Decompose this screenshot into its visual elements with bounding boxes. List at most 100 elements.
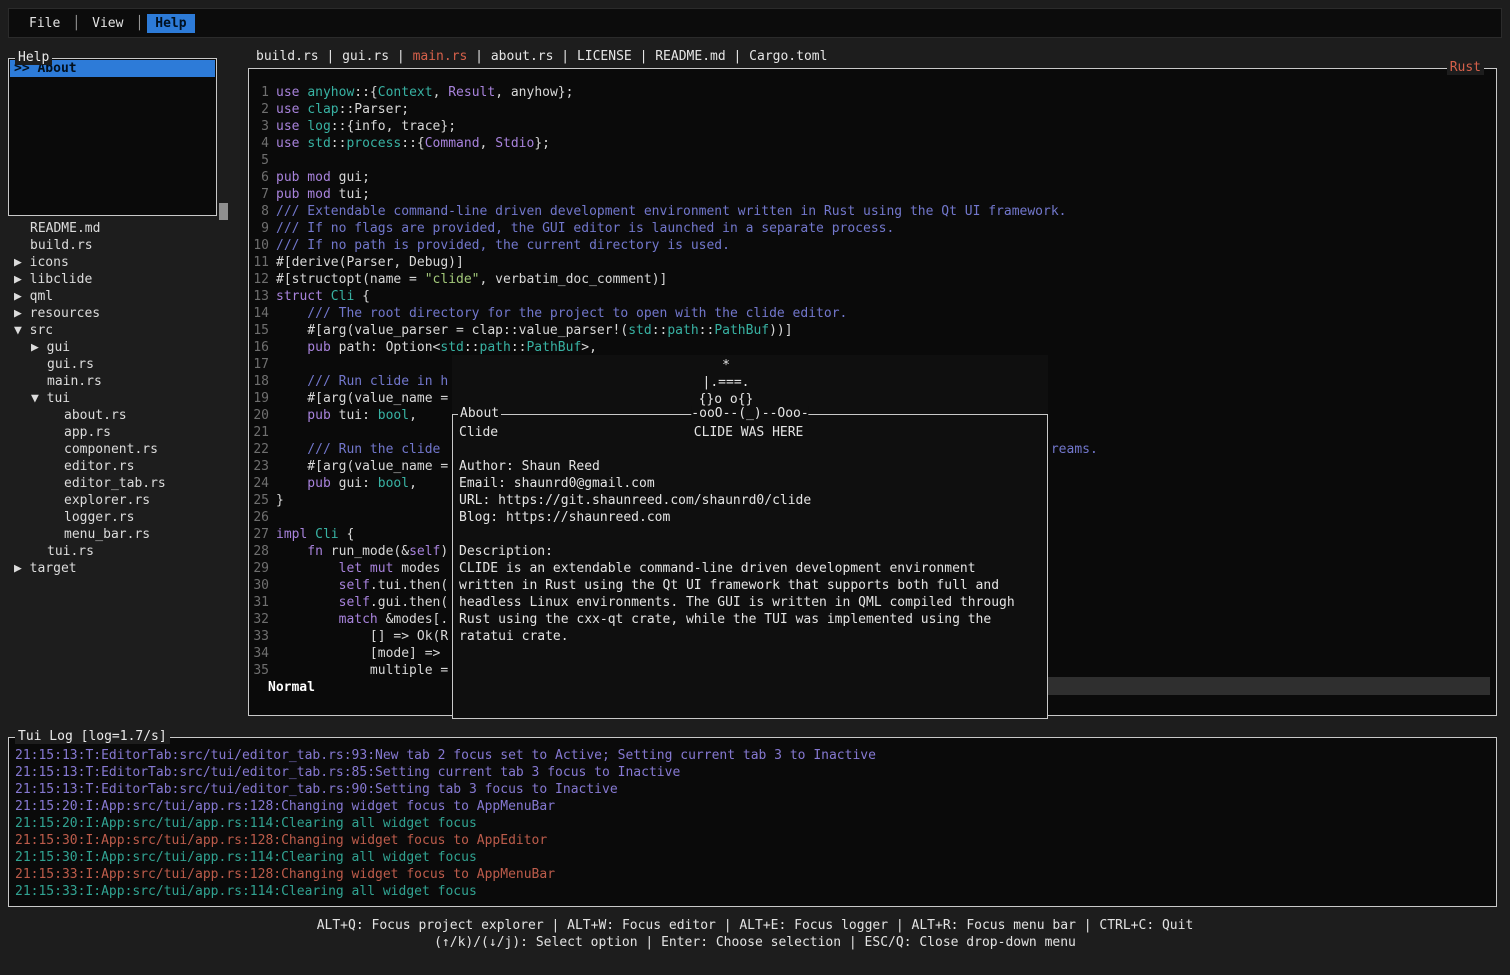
keybar-line-2: (↑/k)/(↓/j): Select option | Enter: Choo…: [0, 934, 1510, 951]
log-entry: 21:15:30:I:App:src/tui/app.rs:128:Changi…: [15, 832, 1490, 849]
explorer-item-label: tui.rs: [47, 544, 94, 559]
explorer-item-label: component.rs: [64, 442, 158, 457]
code-line-13: 13struct Cli {: [251, 288, 1496, 305]
line-number: 1: [251, 84, 269, 101]
explorer-item-resources[interactable]: ▶ resources: [8, 305, 240, 322]
log-entry: 21:15:33:I:App:src/tui/app.rs:128:Changi…: [15, 866, 1490, 883]
line-number: 8: [251, 203, 269, 220]
chevron-right-icon: ▶: [14, 255, 30, 270]
file-explorer: README.mdbuild.rs▶ icons▶ libclide▶ qml▶…: [8, 220, 240, 577]
explorer-item-src[interactable]: ▼ src: [8, 322, 240, 339]
explorer-scrollbar-thumb[interactable]: [219, 203, 228, 220]
line-number: 5: [251, 152, 269, 169]
chevron-right-icon: ▶: [31, 340, 47, 355]
explorer-item-readme.md[interactable]: README.md: [8, 220, 240, 237]
explorer-item-app.rs[interactable]: app.rs: [8, 424, 240, 441]
tab-LICENSE[interactable]: LICENSE: [577, 49, 632, 64]
about-line: Email: shaunrd0@gmail.com: [459, 475, 1041, 492]
ascii-border-art: -ooO--(_)--Ooo-: [691, 406, 808, 421]
explorer-item-gui[interactable]: ▶ gui: [8, 339, 240, 356]
explorer-item-component.rs[interactable]: component.rs: [8, 441, 240, 458]
log-entry: 21:15:13:T:EditorTab:src/tui/editor_tab.…: [15, 764, 1490, 781]
log-lines[interactable]: 21:15:13:T:EditorTab:src/tui/editor_tab.…: [9, 738, 1496, 900]
explorer-item-label: build.rs: [30, 238, 93, 253]
explorer-item-build.rs[interactable]: build.rs: [8, 237, 240, 254]
ascii-art-line: |.===.: [428, 374, 1024, 391]
menu-bar: File│View│Help: [8, 8, 1502, 38]
explorer-item-gui.rs[interactable]: gui.rs: [8, 356, 240, 373]
about-line: Author: Shaun Reed: [459, 458, 1041, 475]
line-number: 6: [251, 169, 269, 186]
code-line-11: 11#[derive(Parser, Debug)]: [251, 254, 1496, 271]
explorer-item-editor_tab.rs[interactable]: editor_tab.rs: [8, 475, 240, 492]
line-number: 32: [251, 611, 269, 628]
explorer-item-main.rs[interactable]: main.rs: [8, 373, 240, 390]
menu-item-help[interactable]: Help: [147, 14, 194, 33]
tab-separator: |: [553, 49, 576, 64]
tab-about.rs[interactable]: about.rs: [491, 49, 554, 64]
about-popup-title: About: [458, 406, 501, 421]
about-line: [459, 441, 1041, 458]
code-line-9: 9/// If no flags are provided, the GUI e…: [251, 220, 1496, 237]
code-line-12: 12#[structopt(name = "clide", verbatim_d…: [251, 271, 1496, 288]
about-line: CLIDE is an extendable command-line driv…: [459, 560, 1041, 577]
log-panel: Tui Log [log=1.7/s] 21:15:13:T:EditorTab…: [8, 737, 1497, 907]
line-number: 21: [251, 424, 269, 441]
editor-mode-indicator: Normal: [268, 679, 315, 696]
chevron-down-icon: ▼: [14, 323, 30, 338]
explorer-item-label: src: [30, 323, 53, 338]
line-number: 18: [251, 373, 269, 390]
line-number: 31: [251, 594, 269, 611]
explorer-item-libclide[interactable]: ▶ libclide: [8, 271, 240, 288]
explorer-item-label: logger.rs: [64, 510, 134, 525]
explorer-item-qml[interactable]: ▶ qml: [8, 288, 240, 305]
tab-separator: |: [467, 49, 490, 64]
menu-items: File│View│Help: [19, 14, 197, 33]
menu-item-file[interactable]: File: [21, 14, 68, 33]
explorer-item-label: gui.rs: [47, 357, 94, 372]
explorer-item-about.rs[interactable]: about.rs: [8, 407, 240, 424]
keybinding-bar: ALT+Q: Focus project explorer | ALT+W: F…: [0, 917, 1510, 951]
explorer-item-target[interactable]: ▶ target: [8, 560, 240, 577]
explorer-item-tui.rs[interactable]: tui.rs: [8, 543, 240, 560]
log-entry: 21:15:13:T:EditorTab:src/tui/editor_tab.…: [15, 781, 1490, 798]
code-line-3: 3use log::{info, trace};: [251, 118, 1496, 135]
menu-item-view[interactable]: View: [84, 14, 131, 33]
line-number: 15: [251, 322, 269, 339]
explorer-item-label: editor.rs: [64, 459, 134, 474]
explorer-item-editor.rs[interactable]: editor.rs: [8, 458, 240, 475]
code-line-5: 5: [251, 152, 1496, 169]
about-line: Clide CLIDE WAS HERE: [459, 424, 1041, 441]
code-line-16: 16 pub path: Option<std::path::PathBuf>,: [251, 339, 1496, 356]
log-entry: 21:15:33:I:App:src/tui/app.rs:114:Cleari…: [15, 883, 1490, 900]
explorer-item-label: icons: [30, 255, 69, 270]
explorer-item-icons[interactable]: ▶ icons: [8, 254, 240, 271]
tab-gui.rs[interactable]: gui.rs: [342, 49, 389, 64]
line-number: 28: [251, 543, 269, 560]
line-number: 2: [251, 101, 269, 118]
line-number: 20: [251, 407, 269, 424]
line-number: 13: [251, 288, 269, 305]
explorer-item-menu_bar.rs[interactable]: menu_bar.rs: [8, 526, 240, 543]
explorer-item-logger.rs[interactable]: logger.rs: [8, 509, 240, 526]
tab-main.rs[interactable]: main.rs: [413, 49, 468, 64]
ascii-art-line: *: [428, 357, 1024, 374]
tab-Cargo.toml[interactable]: Cargo.toml: [749, 49, 827, 64]
tab-README.md[interactable]: README.md: [655, 49, 725, 64]
log-panel-title: Tui Log [log=1.7/s]: [15, 729, 170, 744]
editor-tab-bar: build.rs | gui.rs | main.rs | about.rs |…: [256, 48, 827, 65]
line-number: 17: [251, 356, 269, 373]
explorer-item-label: README.md: [30, 221, 100, 236]
explorer-item-explorer.rs[interactable]: explorer.rs: [8, 492, 240, 509]
explorer-item-label: libclide: [30, 272, 93, 287]
about-line: Description:: [459, 543, 1041, 560]
explorer-item-tui[interactable]: ▼ tui: [8, 390, 240, 407]
explorer-item-label: resources: [30, 306, 100, 321]
line-number: 16: [251, 339, 269, 356]
about-popup-box: About -ooO--(_)--Ooo- Clide CLIDE WAS HE…: [452, 414, 1048, 719]
tab-build.rs[interactable]: build.rs: [256, 49, 319, 64]
tab-separator: |: [319, 49, 342, 64]
about-popup: *|.===.{}o o{} About -ooO--(_)--Ooo- Cli…: [452, 355, 1048, 719]
explorer-item-label: editor_tab.rs: [64, 476, 166, 491]
ascii-art: *|.===.{}o o{}: [428, 355, 1024, 408]
